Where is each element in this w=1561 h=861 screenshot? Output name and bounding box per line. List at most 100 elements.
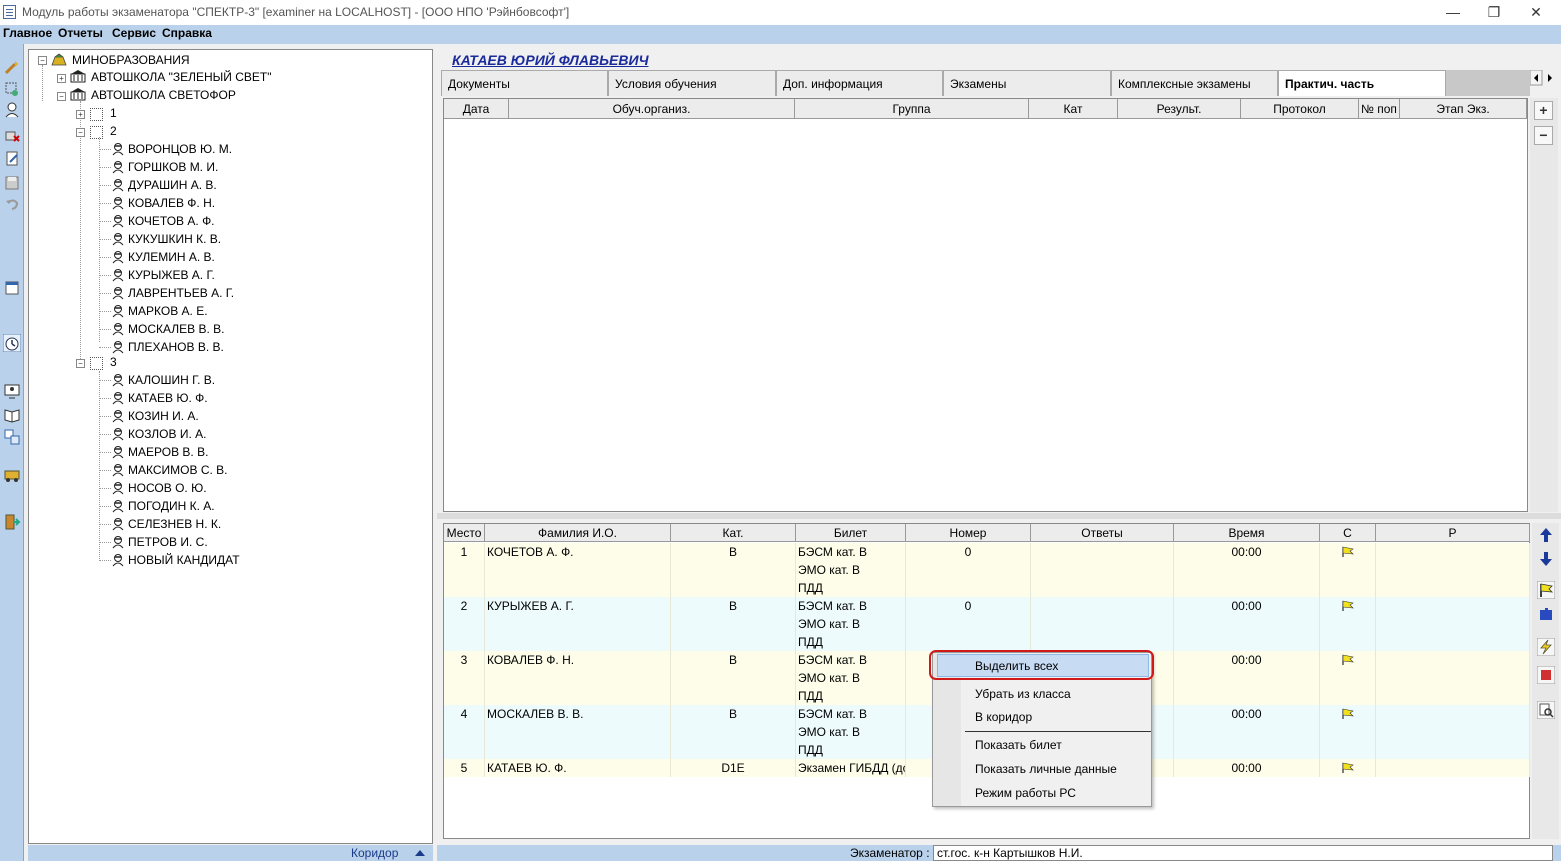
tree-expander[interactable]: − <box>57 92 66 101</box>
column-header[interactable]: Кат <box>1029 99 1118 119</box>
tree-person[interactable]: ЛАВРЕНТЬЕВ А. Г. <box>128 285 234 302</box>
flag-icon[interactable] <box>1342 546 1354 558</box>
document-edit-icon[interactable] <box>3 150 21 168</box>
tree-expander[interactable]: − <box>38 56 47 65</box>
table-row[interactable]: ЭМО кат. В <box>444 615 1530 633</box>
tree-person[interactable]: НОВЫЙ КАНДИДАТ <box>128 552 240 569</box>
tree-person[interactable]: КАТАЕВ Ю. Ф. <box>128 390 208 407</box>
tree-root[interactable]: МИНОБРАЗОВАНИЯ <box>72 52 190 69</box>
tree-person[interactable]: ПЛЕХАНОВ В. В. <box>128 339 224 356</box>
menu-item-workstation-mode[interactable]: Режим работы РС <box>975 786 1076 800</box>
column-header[interactable]: Результ. <box>1118 99 1241 119</box>
lightning-icon[interactable] <box>1537 638 1555 656</box>
column-header[interactable]: Билет <box>796 524 906 542</box>
tree-person[interactable]: НОСОВ О. Ю. <box>128 480 207 497</box>
corridor-bar[interactable]: Коридор <box>28 845 433 861</box>
arrow-up-icon[interactable] <box>1537 526 1555 544</box>
table-row[interactable]: ПДД <box>444 579 1530 597</box>
column-header[interactable]: Ответы <box>1031 524 1174 542</box>
tree-expander[interactable]: + <box>57 74 66 83</box>
table-row[interactable]: 2 КУРЫЖЕВ А. Г. B БЭСМ кат. В 0 00:00 <box>444 597 1530 615</box>
tree-person[interactable]: КУРЫЖЕВ А. Г. <box>128 267 215 284</box>
tree-person[interactable]: СЕЛЕЗНЕВ Н. К. <box>128 516 221 533</box>
tree-person[interactable]: МОСКАЛЕВ В. В. <box>128 321 224 338</box>
delete-user-icon[interactable] <box>3 126 21 144</box>
tree-person[interactable]: ПОГОДИН К. А. <box>128 498 215 515</box>
tab-practical[interactable]: Практич. часть <box>1278 70 1446 96</box>
tree-person[interactable]: МАЕРОВ В. В. <box>128 444 208 461</box>
puzzle-icon[interactable] <box>1537 605 1555 623</box>
tree-person[interactable]: ГОРШКОВ М. И. <box>128 159 218 176</box>
book-icon[interactable] <box>3 406 21 424</box>
tree-person[interactable]: КОЗИН И. А. <box>128 408 199 425</box>
flag-icon[interactable] <box>1342 654 1354 666</box>
timer-icon[interactable] <box>3 334 21 352</box>
tree-person[interactable]: ДУРАШИН А. В. <box>128 177 217 194</box>
tree-person[interactable]: ПЕТРОВ И. С. <box>128 534 208 551</box>
column-header[interactable]: Кат. <box>671 524 796 542</box>
column-header[interactable]: Фамилия И.О. <box>485 524 671 542</box>
tab-exams[interactable]: Экзамены <box>943 70 1111 96</box>
column-header[interactable]: Дата <box>444 99 509 119</box>
window-icon[interactable] <box>3 279 21 297</box>
table-row[interactable]: ЭМО кат. В <box>444 561 1530 579</box>
menu-item-to-corridor[interactable]: В коридор <box>975 710 1032 724</box>
flag-icon[interactable] <box>1342 600 1354 612</box>
tree-expander[interactable]: + <box>76 110 85 119</box>
tree-person[interactable]: КОЗЛОВ И. А. <box>128 426 206 443</box>
tree-expander[interactable]: − <box>76 359 85 368</box>
tree-person[interactable]: МАКСИМОВ С. В. <box>128 462 228 479</box>
chevron-up-icon[interactable] <box>415 850 425 856</box>
tree-school[interactable]: АВТОШКОЛА СВЕТОФОР <box>91 87 236 104</box>
exit-icon[interactable] <box>3 513 21 531</box>
splitter[interactable] <box>437 513 1561 519</box>
tab-additional-info[interactable]: Доп. информация <box>776 70 943 96</box>
menu-service[interactable]: Сервис <box>112 26 156 40</box>
menu-item-remove-from-class[interactable]: Убрать из класса <box>975 687 1071 701</box>
tree-school[interactable]: АВТОШКОЛА "ЗЕЛЕНЫЙ СВЕТ" <box>91 69 272 86</box>
monitor-person-icon[interactable] <box>3 382 21 400</box>
tree-expander[interactable]: − <box>76 128 85 137</box>
tree-group[interactable]: 2 <box>110 123 117 140</box>
column-header[interactable]: Этап Экз. <box>1400 99 1527 119</box>
tree-person[interactable]: МАРКОВ А. Е. <box>128 303 208 320</box>
column-header[interactable]: Номер <box>906 524 1031 542</box>
tree-person[interactable]: КУКУШКИН К. В. <box>128 231 221 248</box>
tree-group[interactable]: 1 <box>110 105 117 122</box>
column-header[interactable]: Место <box>444 524 485 542</box>
menu-main[interactable]: Главное <box>3 26 52 40</box>
menu-help[interactable]: Справка <box>162 26 212 40</box>
tree-person[interactable]: КАЛОШИН Г. В. <box>128 372 215 389</box>
tab-training-conditions[interactable]: Условия обучения <box>608 70 776 96</box>
column-header[interactable]: Время <box>1174 524 1320 542</box>
tree-person[interactable]: КОВАЛЕВ Ф. Н. <box>128 195 215 212</box>
tree-person[interactable]: КОЧЕТОВ А. Ф. <box>128 213 215 230</box>
tree-group[interactable]: 3 <box>110 354 117 371</box>
column-header[interactable]: № поп <box>1359 99 1400 119</box>
undo-icon[interactable] <box>3 195 21 213</box>
transfer-icon[interactable] <box>3 428 21 446</box>
column-header[interactable]: Группа <box>795 99 1029 119</box>
remove-button[interactable]: − <box>1534 126 1553 145</box>
flag-icon[interactable] <box>1342 708 1354 720</box>
person-name[interactable]: КАТАЕВ ЮРИЙ ФЛАВЬЕВИЧ <box>452 52 649 68</box>
tab-scroll-arrows[interactable] <box>1530 70 1556 86</box>
arrow-down-icon[interactable] <box>1537 550 1555 568</box>
menu-item-show-personal-data[interactable]: Показать личные данные <box>975 762 1117 776</box>
tree-person[interactable]: ВОРОНЦОВ Ю. М. <box>128 141 232 158</box>
restore-button[interactable]: ❐ <box>1474 2 1514 22</box>
stop-icon[interactable] <box>1537 666 1555 684</box>
corridor-label[interactable]: Коридор <box>351 846 398 860</box>
tab-complex-exams[interactable]: Комплексные экзамены <box>1111 70 1278 96</box>
column-header[interactable]: Обуч.организ. <box>509 99 795 119</box>
flag-icon[interactable] <box>1537 581 1555 599</box>
bus-icon[interactable] <box>3 466 21 484</box>
menu-item-show-ticket[interactable]: Показать билет <box>975 738 1062 752</box>
table-row[interactable]: 1 КОЧЕТОВ А. Ф. B БЭСМ кат. В 0 00:00 <box>444 543 1530 561</box>
flag-icon[interactable] <box>1342 762 1354 774</box>
menu-reports[interactable]: Отчеты <box>58 26 103 40</box>
wand-icon[interactable] <box>3 58 21 76</box>
column-header[interactable]: С <box>1320 524 1376 542</box>
save-icon[interactable] <box>3 174 21 192</box>
column-header[interactable]: Протокол <box>1241 99 1359 119</box>
